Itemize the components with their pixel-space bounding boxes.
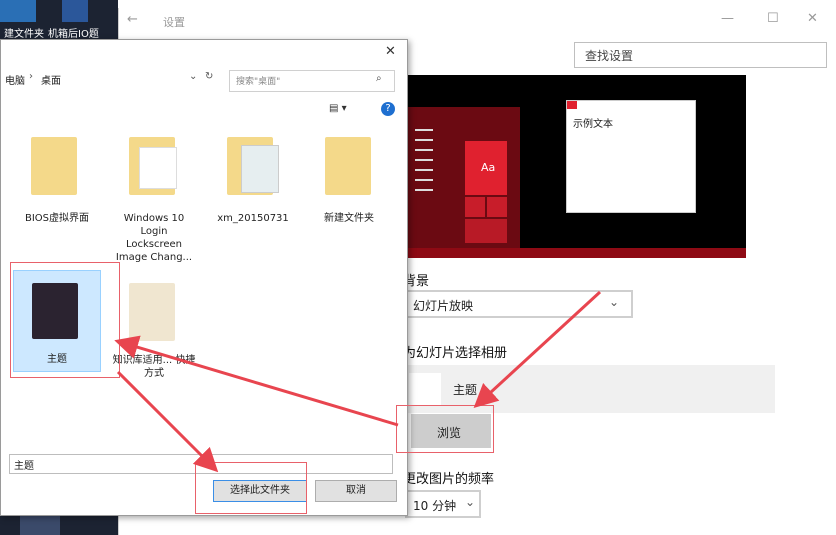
- arrow-to-select-button: [116, 370, 219, 473]
- arrow-to-browse-button: [473, 290, 602, 409]
- annotation-arrows: [114, 290, 602, 473]
- arrow-to-theme-folder: [114, 335, 399, 427]
